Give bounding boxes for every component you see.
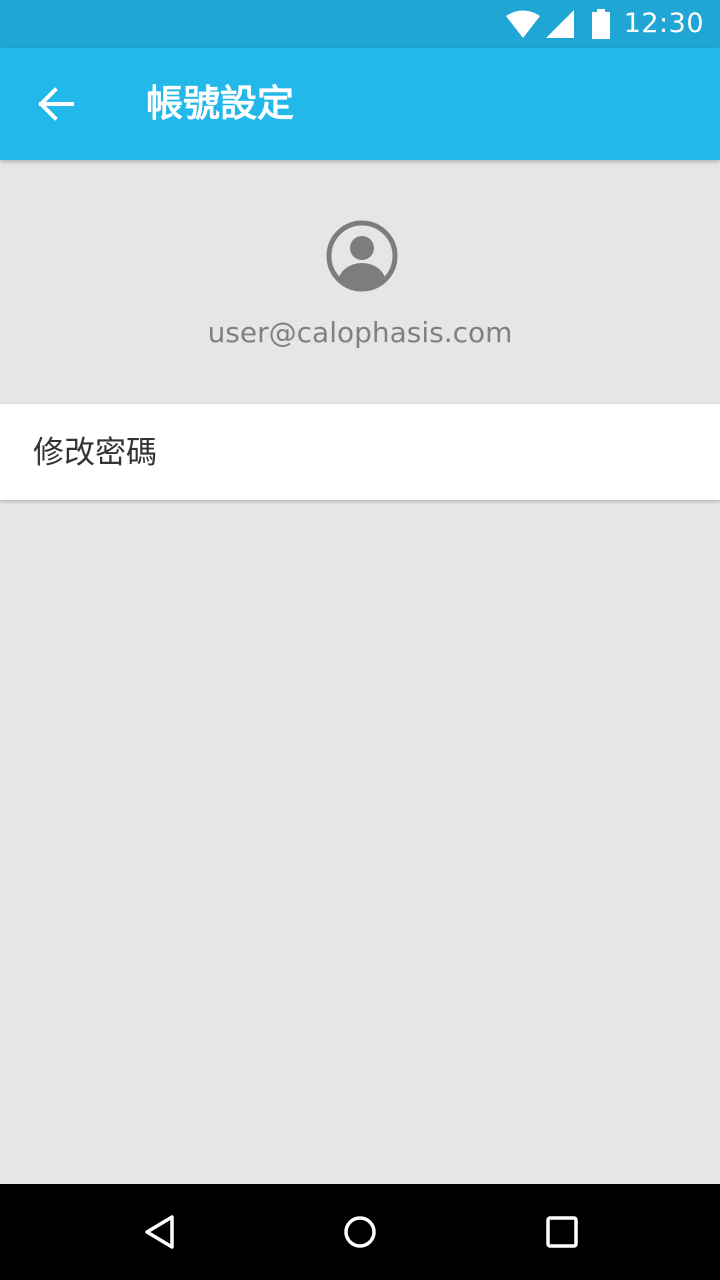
nav-recents-icon [546, 1216, 578, 1248]
nav-home-icon [344, 1216, 376, 1248]
wifi-icon [505, 10, 540, 38]
profile-section: user@calophasis.com [0, 160, 720, 403]
nav-recents-button[interactable] [526, 1196, 598, 1268]
app-bar: 帳號設定 [0, 48, 720, 160]
cell-signal-icon [545, 10, 574, 38]
arrow-left-icon [38, 87, 74, 121]
nav-back-button[interactable] [124, 1196, 196, 1268]
status-bar: 12:30 [0, 0, 720, 48]
nav-back-icon [145, 1215, 174, 1249]
change-password-item[interactable]: 修改密碼 [0, 404, 720, 500]
nav-home-button[interactable] [324, 1196, 396, 1268]
battery-icon [591, 9, 610, 39]
status-clock: 12:30 [623, 8, 704, 39]
system-nav-bar [0, 1184, 720, 1280]
status-icons: 12:30 [505, 0, 704, 48]
account-email: user@calophasis.com [207, 316, 513, 349]
back-button[interactable] [20, 68, 92, 140]
account-circle-icon [326, 220, 398, 292]
page-title: 帳號設定 [146, 82, 294, 125]
change-password-label: 修改密碼 [33, 435, 157, 471]
settings-list: 修改密碼 [0, 403, 720, 500]
